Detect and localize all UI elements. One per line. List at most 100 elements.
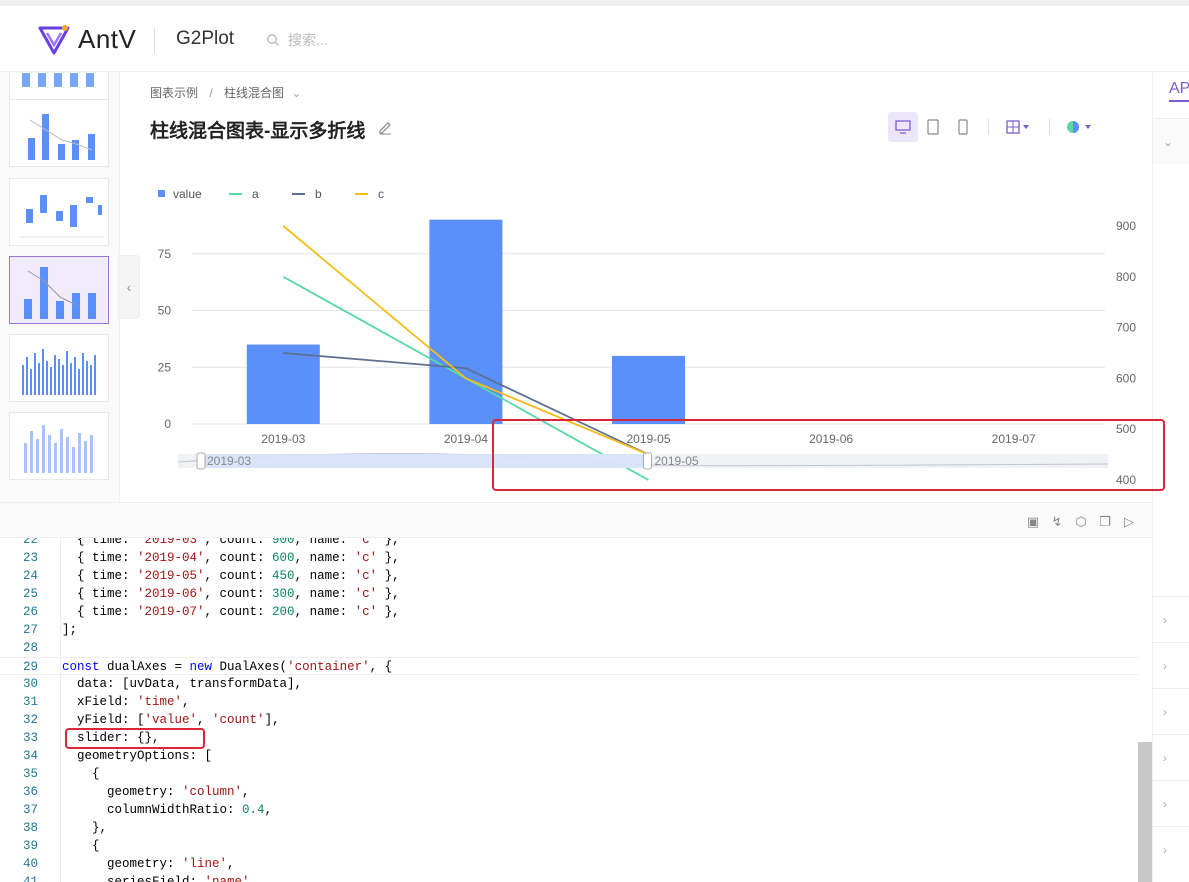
antv-logo[interactable]: AntV: [38, 24, 136, 55]
line-number: 25: [22, 587, 38, 601]
chevron-right-icon: ›: [1163, 750, 1167, 765]
code-line[interactable]: 34 geometryOptions: [: [0, 747, 1138, 765]
bar-2019-03: [246, 344, 320, 424]
tablet-view-button[interactable]: [918, 112, 948, 142]
code-line[interactable]: 24 { time: '2019-05', count: 450, name: …: [0, 567, 1138, 585]
panel-row[interactable]: ›: [1153, 780, 1189, 826]
legend-label-b: b: [315, 187, 322, 201]
y-left-tick-label: 0: [164, 417, 171, 431]
line-number: 40: [22, 857, 38, 871]
panel-row[interactable]: ›: [1153, 734, 1189, 780]
search-icon: [267, 34, 279, 46]
chevron-right-icon: ›: [1163, 612, 1167, 627]
tablet-icon: [927, 119, 939, 135]
logo-text: AntV: [78, 24, 137, 54]
theme-icon: [1067, 121, 1091, 133]
chevron-right-icon: ›: [1163, 658, 1167, 673]
thumbnail-5[interactable]: [9, 334, 109, 402]
code-line[interactable]: 37 columnWidthRatio: 0.4,: [0, 801, 1138, 819]
collapse-sidebar-button[interactable]: ‹: [118, 255, 140, 319]
y-right-tick-label: 600: [1116, 371, 1136, 385]
codesandbox-icon[interactable]: ⬡: [1072, 513, 1090, 531]
code-line[interactable]: 29 const dualAxes = new DualAxes('contain…: [0, 657, 1138, 675]
chevron-right-icon: ›: [1163, 842, 1167, 857]
thumbnail-2[interactable]: [9, 99, 109, 167]
line-number: 28: [22, 641, 38, 655]
code-line[interactable]: 27];: [0, 621, 1138, 639]
line-number: 37: [22, 803, 38, 817]
breadcrumb-root[interactable]: 图表示例: [150, 86, 198, 100]
chevron-down-icon[interactable]: ⌄: [291, 86, 301, 100]
code-line[interactable]: 35 {: [0, 765, 1138, 783]
thumbnail-chart-icon: [28, 114, 95, 160]
toolbar-divider: [1049, 119, 1050, 135]
search-box[interactable]: 搜索...: [266, 30, 328, 50]
code-text: const dualAxes = new DualAxes('container…: [62, 660, 393, 674]
lightning-icon[interactable]: ↯: [1048, 513, 1066, 531]
panel-row[interactable]: ›: [1153, 596, 1189, 642]
y-left-tick-label: 75: [158, 247, 172, 261]
layout-toggle-button[interactable]: [999, 112, 1039, 142]
thumbnail-6[interactable]: [9, 412, 109, 480]
layout-icon: [1006, 120, 1029, 134]
mobile-icon: [958, 119, 968, 135]
y-left-tick-label: 50: [158, 304, 172, 318]
breadcrumb: 图表示例 / 柱线混合图 ⌄: [150, 84, 301, 101]
code-line[interactable]: 40 geometry: 'line',: [0, 855, 1138, 873]
legend-label-a: a: [252, 187, 259, 201]
panel-row[interactable]: ›: [1153, 826, 1189, 872]
annotation-box-slider-code: [65, 728, 205, 749]
play-icon[interactable]: ▷: [1120, 513, 1138, 531]
thumbnail-3[interactable]: [9, 178, 109, 246]
line-number: 30: [22, 677, 38, 691]
y-right-tick-label: 700: [1116, 321, 1136, 335]
x-tick-label: 2019-04: [444, 432, 488, 446]
chevron-right-icon: ›: [1163, 796, 1167, 811]
slider-handle-start: [196, 452, 206, 470]
code-text: geometry: 'column',: [62, 785, 250, 799]
desktop-view-button[interactable]: [888, 112, 918, 142]
preview-toolbar: [888, 112, 1100, 142]
snapshot-icon[interactable]: ▣: [1024, 513, 1042, 531]
code-line[interactable]: 38 },: [0, 819, 1138, 837]
code-text: xField: 'time',: [62, 695, 190, 709]
code-line[interactable]: 30 data: [uvData, transformData],: [0, 675, 1138, 693]
line-number: 38: [22, 821, 38, 835]
line-number: 36: [22, 785, 38, 799]
edit-icon[interactable]: [377, 119, 393, 140]
code-line[interactable]: 41 seriesField: 'name',: [0, 873, 1138, 882]
code-text: ];: [62, 623, 78, 637]
legend-marker-value: [158, 190, 165, 197]
mobile-view-button[interactable]: [948, 112, 978, 142]
code-text: yField: ['value', 'count'],: [62, 713, 280, 727]
editor-scrollbar[interactable]: [1138, 742, 1152, 882]
panel-row[interactable]: ›: [1153, 688, 1189, 734]
code-line[interactable]: 31 xField: 'time',: [0, 693, 1138, 711]
copy-icon[interactable]: ❐: [1096, 513, 1114, 531]
code-line[interactable]: 39 {: [0, 837, 1138, 855]
line-number: 29: [22, 660, 38, 674]
annotation-box-slider-area: [492, 419, 1165, 491]
code-line[interactable]: 26 { time: '2019-07', count: 200, name: …: [0, 603, 1138, 621]
code-text: seriesField: 'name',: [62, 875, 258, 882]
code-line[interactable]: 22 { time: '2019-03', count: 900, name: …: [0, 538, 1138, 549]
code-line[interactable]: 25 { time: '2019-06', count: 300, name: …: [0, 585, 1138, 603]
top-navbar: AntV G2Plot 搜索...: [0, 0, 1189, 72]
code-editor[interactable]: 22 { time: '2019-03', count: 900, name: …: [0, 538, 1152, 882]
tab-api[interactable]: AP: [1169, 80, 1189, 102]
panel-row[interactable]: ⌄: [1153, 118, 1189, 164]
code-line[interactable]: 36 geometry: 'column',: [0, 783, 1138, 801]
panel-row[interactable]: ›: [1153, 642, 1189, 688]
code-line[interactable]: 28: [0, 639, 1138, 657]
code-text: },: [62, 821, 108, 835]
theme-toggle-button[interactable]: [1060, 112, 1100, 142]
thumbnail-4-selected[interactable]: [9, 256, 109, 324]
line-number: 24: [22, 569, 38, 583]
code-line[interactable]: 32 yField: ['value', 'count'],: [0, 711, 1138, 729]
line-number: 39: [22, 839, 38, 853]
breadcrumb-current[interactable]: 柱线混合图: [224, 86, 284, 100]
thumbnail-chart-icon: [22, 349, 96, 395]
product-name[interactable]: G2Plot: [176, 28, 234, 50]
y-left-tick-label: 25: [158, 360, 172, 374]
code-line[interactable]: 23 { time: '2019-04', count: 600, name: …: [0, 549, 1138, 567]
